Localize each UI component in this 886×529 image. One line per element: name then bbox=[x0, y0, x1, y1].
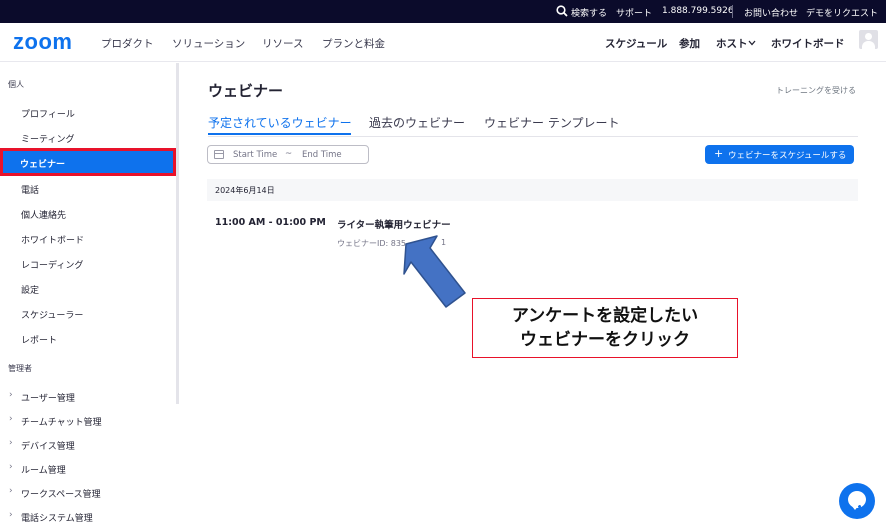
chevron-right-icon: › bbox=[9, 390, 13, 400]
date-range-picker[interactable]: Start Time ~ End Time bbox=[207, 145, 369, 164]
start-time-input[interactable]: Start Time bbox=[233, 150, 277, 160]
phone-link[interactable]: 1.888.799.5926 bbox=[662, 6, 734, 16]
schedule-webinar-label: ウェビナーをスケジュールする bbox=[728, 151, 847, 161]
sidebar-item-team-chat-management[interactable]: チームチャット管理 bbox=[21, 415, 102, 428]
webinar-id-tail: 1 bbox=[441, 238, 447, 247]
chat-eye bbox=[853, 505, 856, 508]
webinar-id: ウェビナーID: 835 bbox=[337, 239, 407, 248]
webinar-title-link[interactable]: ライター執筆用ウェビナー bbox=[337, 217, 451, 231]
page-title: ウェビナー bbox=[208, 82, 284, 100]
training-link[interactable]: トレーニングを受ける bbox=[776, 85, 856, 96]
avatar-body bbox=[862, 41, 875, 49]
main-header: zoom プロダクト ソリューション リソース プランと料金 スケジュール 参加… bbox=[0, 23, 886, 62]
plus-icon: + bbox=[714, 147, 724, 160]
date-group-header: 2024年6月14日 bbox=[207, 179, 858, 201]
sidebar-item-settings[interactable]: 設定 bbox=[21, 283, 39, 296]
chat-bubble-icon bbox=[848, 491, 866, 510]
nav-join[interactable]: 参加 bbox=[679, 36, 700, 51]
sidebar-item-whiteboards[interactable]: ホワイトボード bbox=[21, 233, 84, 246]
avatar-head bbox=[865, 33, 872, 40]
sidebar-item-scheduler[interactable]: スケジューラー bbox=[21, 308, 83, 321]
nav-pricing[interactable]: プランと料金 bbox=[322, 36, 385, 51]
sidebar-item-profile[interactable]: プロフィール bbox=[21, 107, 75, 120]
tab-upcoming[interactable]: 予定されているウェビナー bbox=[208, 114, 352, 131]
chat-support-button[interactable] bbox=[839, 483, 875, 519]
sidebar-item-meetings[interactable]: ミーティング bbox=[21, 132, 74, 145]
sidebar-item-webinars[interactable]: ウェビナー bbox=[0, 148, 176, 176]
webinar-time: 11:00 AM - 01:00 PM bbox=[215, 217, 326, 228]
support-link[interactable]: サポート bbox=[616, 6, 652, 19]
range-separator: ~ bbox=[285, 149, 293, 159]
sidebar-scrollbar[interactable] bbox=[176, 63, 179, 404]
sidebar-item-user-management[interactable]: ユーザー管理 bbox=[21, 391, 75, 404]
nav-resources[interactable]: リソース bbox=[262, 36, 303, 51]
tab-previous[interactable]: 過去のウェビナー bbox=[369, 114, 465, 131]
chevron-down-icon bbox=[748, 40, 756, 46]
sidebar-item-recordings[interactable]: レコーディング bbox=[21, 258, 83, 271]
chevron-right-icon: › bbox=[9, 438, 13, 448]
avatar[interactable] bbox=[859, 30, 878, 49]
sidebar-item-label: ウェビナー bbox=[20, 160, 66, 170]
sidebar-item-device-management[interactable]: デバイス管理 bbox=[21, 439, 75, 452]
tab-divider bbox=[208, 136, 858, 137]
date-group-label: 2024年6月14日 bbox=[215, 186, 275, 195]
calendar-icon bbox=[214, 150, 224, 159]
search-icon[interactable] bbox=[556, 5, 568, 17]
nav-products[interactable]: プロダクト bbox=[101, 36, 154, 51]
tab-templates[interactable]: ウェビナー テンプレート bbox=[484, 114, 619, 131]
sidebar-item-contacts[interactable]: 個人連絡先 bbox=[21, 208, 66, 221]
end-time-input[interactable]: End Time bbox=[302, 150, 342, 160]
sidebar-item-phone-system-management[interactable]: 電話システム管理 bbox=[21, 511, 93, 524]
search-link[interactable]: 検索する bbox=[571, 6, 607, 19]
sidebar-item-workspace-management[interactable]: ワークスペース管理 bbox=[21, 487, 101, 500]
top-utility-bar: 検索する サポート 1.888.799.5926 お問い合わせ デモをリクエスト bbox=[0, 0, 886, 23]
annotation-callout: アンケートを設定したい ウェビナーをクリック bbox=[472, 298, 738, 358]
zoom-logo[interactable]: zoom bbox=[13, 29, 72, 55]
chevron-right-icon: › bbox=[9, 462, 13, 472]
chevron-right-icon: › bbox=[9, 486, 13, 496]
contact-link[interactable]: お問い合わせ bbox=[744, 6, 798, 19]
chevron-right-icon: › bbox=[9, 414, 13, 424]
sidebar-section-personal: 個人 bbox=[8, 80, 24, 89]
nav-whiteboard[interactable]: ホワイトボード bbox=[771, 36, 845, 51]
nav-solutions[interactable]: ソリューション bbox=[172, 36, 245, 51]
sidebar-section-admin: 管理者 bbox=[8, 364, 32, 373]
sidebar-item-reports[interactable]: レポート bbox=[21, 333, 57, 346]
sidebar-item-room-management[interactable]: ルーム管理 bbox=[21, 463, 66, 476]
callout-line-1: アンケートを設定したい bbox=[511, 306, 699, 326]
sidebar-item-phone[interactable]: 電話 bbox=[21, 183, 39, 196]
callout-line-2: ウェビナーをクリック bbox=[520, 330, 690, 350]
schedule-webinar-button[interactable]: + ウェビナーをスケジュールする bbox=[705, 145, 854, 164]
active-tab-indicator bbox=[208, 133, 351, 135]
chevron-right-icon: › bbox=[9, 510, 13, 520]
divider bbox=[732, 5, 733, 18]
nav-host[interactable]: ホスト bbox=[716, 36, 748, 51]
demo-request-link[interactable]: デモをリクエスト bbox=[806, 6, 878, 19]
chat-eye bbox=[858, 505, 861, 508]
nav-schedule[interactable]: スケジュール bbox=[605, 36, 667, 51]
